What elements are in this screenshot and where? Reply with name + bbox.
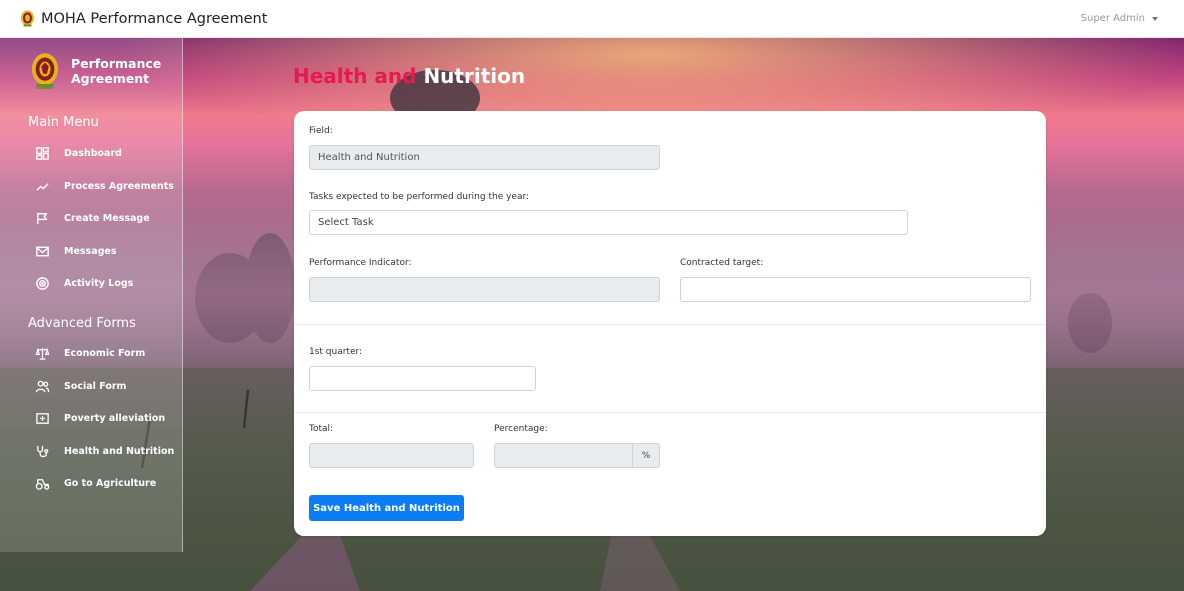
save-health-nutrition-button[interactable]: Save Health and Nutrition	[309, 495, 464, 521]
sidebar-item-label: Create Message	[64, 213, 150, 224]
target-icon	[36, 277, 49, 290]
sidebar-item-activity-logs[interactable]: Activity Logs	[35, 276, 133, 291]
sidebar-item-process-agreements[interactable]: Process Agreements	[35, 179, 174, 194]
total-input[interactable]	[309, 443, 474, 468]
tasks-select[interactable]: Select Task	[309, 210, 908, 235]
dashboard-icon	[36, 147, 49, 160]
section-divider	[294, 324, 1046, 325]
performance-indicator-input[interactable]	[309, 277, 660, 302]
sidebar-item-label: Messages	[64, 246, 117, 257]
section-divider	[294, 412, 1046, 413]
sidebar-item-label: Economic Form	[64, 348, 146, 359]
stethoscope-icon	[37, 445, 49, 458]
sidebar-item-health-and-nutrition[interactable]: Health and Nutrition	[35, 444, 174, 459]
sidebar: Performance Agreement Main Menu Dashboar…	[0, 38, 183, 552]
advanced-forms-title: Advanced Forms	[28, 316, 136, 331]
first-quarter-label: 1st quarter:	[309, 347, 363, 357]
sidebar-brand[interactable]: Performance Agreement	[31, 52, 171, 90]
emblem-icon	[21, 10, 34, 27]
field-label: Field:	[309, 126, 333, 136]
field-input[interactable]: Health and Nutrition	[309, 145, 660, 170]
page-title: Health and Nutrition	[293, 64, 525, 88]
navbar-title: MOHA Performance Agreement	[41, 10, 268, 27]
flag-icon	[37, 212, 48, 225]
tractor-icon	[35, 479, 50, 490]
percentage-label: Percentage:	[494, 424, 548, 434]
sidebar-item-create-message[interactable]: Create Message	[35, 211, 150, 226]
main-menu-title: Main Menu	[28, 115, 99, 130]
trend-icon	[36, 183, 49, 191]
sidebar-item-dashboard[interactable]: Dashboard	[35, 146, 122, 161]
mail-icon	[36, 246, 49, 257]
health-nutrition-form-card: Field: Health and Nutrition Tasks expect…	[294, 111, 1046, 536]
sidebar-item-social-form[interactable]: Social Form	[35, 379, 126, 394]
caret-down-icon	[1152, 16, 1158, 21]
user-dropdown[interactable]: Super Admin	[1081, 13, 1158, 24]
contracted-target-input[interactable]	[680, 277, 1031, 302]
sidebar-item-economic-form[interactable]: Economic Form	[35, 346, 145, 361]
sidebar-item-label: Social Form	[64, 381, 127, 392]
total-label: Total:	[309, 424, 334, 434]
navbar-brand[interactable]: MOHA Performance Agreement	[20, 10, 267, 27]
sidebar-item-go-to-agriculture[interactable]: Go to Agriculture	[35, 476, 156, 491]
top-navbar: MOHA Performance Agreement Super Admin	[0, 0, 1184, 38]
contracted-target-label: Contracted target:	[680, 258, 764, 268]
money-icon	[36, 413, 49, 424]
sidebar-item-label: Health and Nutrition	[64, 446, 175, 457]
percentage-input[interactable]	[494, 443, 633, 468]
percent-addon: %	[633, 443, 660, 468]
sidebar-item-label: Process Agreements	[64, 181, 174, 192]
user-name: Super Admin	[1080, 13, 1145, 24]
performance-indicator-label: Performance Indicator:	[309, 258, 412, 268]
emblem-icon	[31, 53, 59, 89]
scales-icon	[35, 347, 50, 360]
sidebar-item-poverty-alleviation[interactable]: Poverty alleviation	[35, 411, 165, 426]
sidebar-item-label: Poverty alleviation	[64, 413, 166, 424]
page-title-part1: Health and	[293, 64, 417, 88]
sidebar-item-messages[interactable]: Messages	[35, 244, 117, 259]
sidebar-brand-title: Performance Agreement	[71, 56, 162, 86]
first-quarter-input[interactable]	[309, 366, 536, 391]
users-icon	[35, 380, 50, 393]
sidebar-item-label: Activity Logs	[64, 278, 134, 289]
tasks-label: Tasks expected to be performed during th…	[309, 192, 530, 202]
sidebar-item-label: Dashboard	[64, 148, 122, 159]
sidebar-item-label: Go to Agriculture	[64, 478, 157, 489]
page-title-part2: Nutrition	[423, 64, 526, 88]
